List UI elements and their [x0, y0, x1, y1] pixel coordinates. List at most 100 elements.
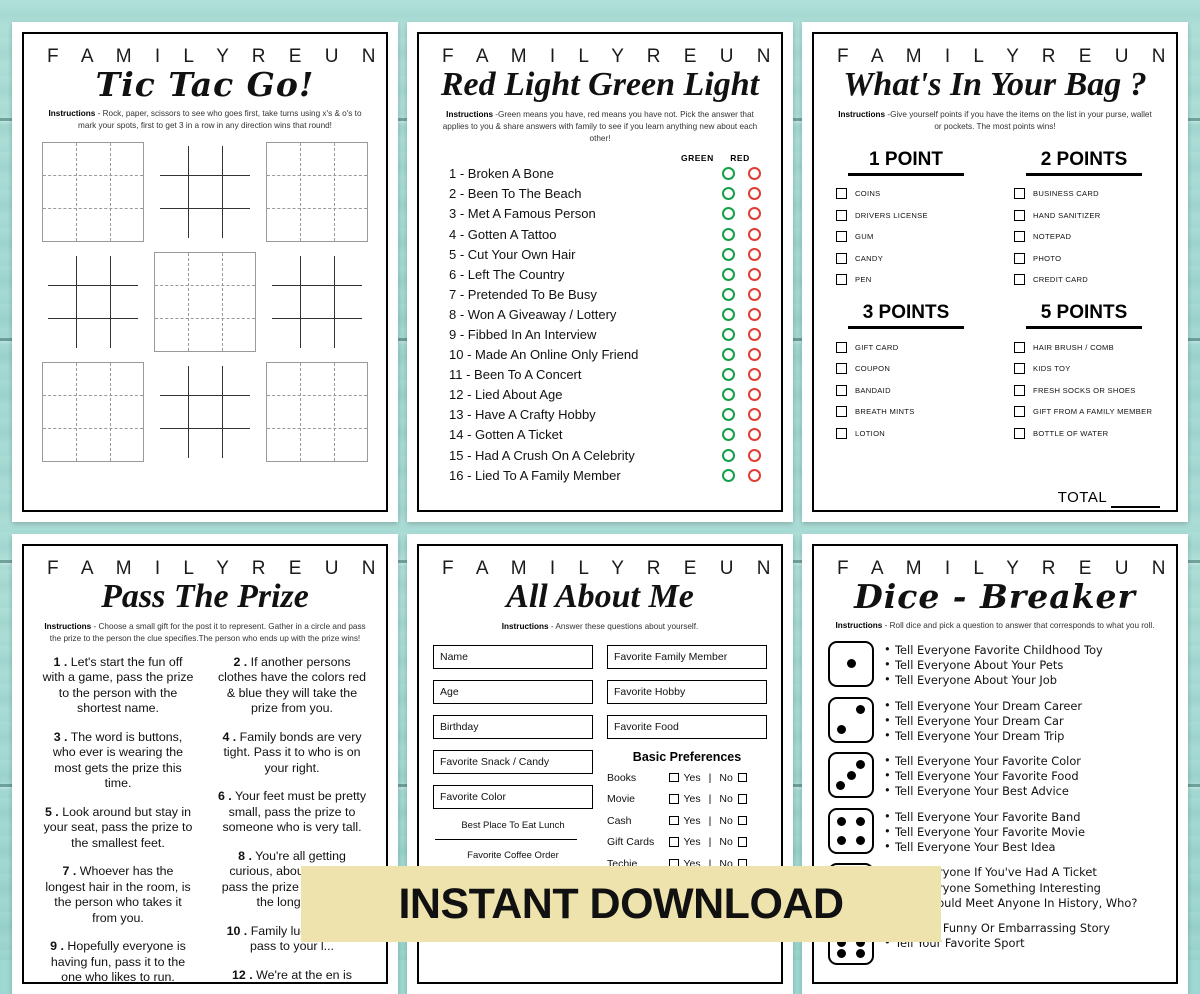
yes-checkbox[interactable]: [669, 815, 679, 826]
no-checkbox[interactable]: [737, 772, 748, 783]
bag-checklist-item[interactable]: FRESH SOCKS OR SHOES: [1006, 379, 1162, 401]
green-answer-circle[interactable]: [721, 348, 735, 362]
red-answer-circle[interactable]: [747, 227, 761, 241]
checkbox-icon[interactable]: [1014, 252, 1025, 264]
checkbox-icon[interactable]: [1014, 406, 1025, 418]
green-answer-circle[interactable]: [721, 428, 735, 442]
red-answer-circle[interactable]: [747, 207, 761, 221]
bag-checklist-item[interactable]: HAIR BRUSH / COMB: [1006, 336, 1162, 358]
tic-tac-toe-board[interactable]: [266, 141, 368, 242]
checkbox-icon[interactable]: [836, 363, 847, 375]
green-answer-circle[interactable]: [721, 468, 735, 482]
green-answer-circle[interactable]: [721, 408, 735, 422]
about-me-input-field[interactable]: Favorite Food: [607, 714, 767, 739]
about-me-input-field[interactable]: Favorite Color: [433, 784, 593, 809]
red-answer-circle[interactable]: [747, 287, 761, 301]
yes-checkbox[interactable]: [669, 837, 679, 847]
red-answer-circle[interactable]: [747, 307, 761, 321]
red-answer-circle[interactable]: [747, 327, 761, 341]
red-answer-circle[interactable]: [747, 448, 761, 462]
checkbox-icon[interactable]: [836, 274, 847, 286]
checkbox-icon[interactable]: [1014, 341, 1025, 353]
tic-tac-toe-board[interactable]: [154, 362, 256, 462]
bag-checklist-item[interactable]: LOTION: [828, 422, 984, 444]
about-me-input-field[interactable]: Birthday: [433, 714, 593, 739]
bag-checklist-item[interactable]: PEN: [828, 269, 984, 291]
checkbox-icon[interactable]: [836, 427, 847, 439]
no-checkbox[interactable]: [737, 794, 748, 804]
bag-checklist-item[interactable]: CANDY: [828, 247, 984, 269]
no-checkbox[interactable]: [737, 815, 748, 826]
checkbox-icon[interactable]: [1014, 427, 1025, 439]
bag-checklist-item[interactable]: PHOTO: [1006, 247, 1162, 269]
green-answer-circle[interactable]: [721, 267, 735, 281]
about-me-input-field[interactable]: Favorite Family Member: [607, 644, 767, 669]
tic-tac-toe-board[interactable]: [154, 142, 256, 242]
bag-checklist-item[interactable]: BREATH MINTS: [828, 401, 984, 423]
checkbox-icon[interactable]: [1014, 384, 1025, 396]
red-answer-circle[interactable]: [747, 187, 761, 201]
checkbox-icon[interactable]: [836, 188, 847, 200]
bag-checklist-item[interactable]: COINS: [828, 183, 984, 205]
checkbox-icon[interactable]: [836, 252, 847, 264]
no-checkbox[interactable]: [737, 837, 748, 847]
total-field[interactable]: TOTAL: [1058, 489, 1160, 508]
checkbox-icon[interactable]: [1014, 274, 1025, 286]
about-me-write-in-line[interactable]: Best Place To Eat Lunch: [433, 820, 593, 840]
green-answer-circle[interactable]: [721, 247, 735, 261]
bag-checklist-item[interactable]: GUM: [828, 226, 984, 248]
red-answer-circle[interactable]: [747, 428, 761, 442]
tic-tac-toe-board[interactable]: [42, 141, 144, 242]
bag-checklist-item[interactable]: HAND SANITIZER: [1006, 204, 1162, 226]
bag-checklist-item[interactable]: KIDS TOY: [1006, 358, 1162, 380]
card-red-light-green-light[interactable]: F A M I L Y R E U N I O N Red Light Gree…: [407, 22, 793, 522]
bag-checklist-item[interactable]: BUSINESS CARD: [1006, 183, 1162, 205]
checkbox-icon[interactable]: [1014, 209, 1025, 221]
bag-checklist-item[interactable]: GIFT FROM A FAMILY MEMBER: [1006, 401, 1162, 423]
green-answer-circle[interactable]: [721, 307, 735, 321]
checkbox-icon[interactable]: [836, 384, 847, 396]
bag-checklist-item[interactable]: CREDIT CARD: [1006, 269, 1162, 291]
checkbox-icon[interactable]: [1014, 231, 1025, 243]
bag-checklist-item[interactable]: BOTTLE OF WATER: [1006, 422, 1162, 444]
green-answer-circle[interactable]: [721, 167, 735, 181]
bag-checklist-item[interactable]: BANDAID: [828, 379, 984, 401]
checkbox-icon[interactable]: [836, 341, 847, 353]
red-answer-circle[interactable]: [747, 408, 761, 422]
bag-checklist-item[interactable]: COUPON: [828, 358, 984, 380]
bag-checklist-item[interactable]: DRIVERS LICENSE: [828, 204, 984, 226]
bag-checklist-item[interactable]: NOTEPAD: [1006, 226, 1162, 248]
card-whats-in-your-bag[interactable]: F A M I L Y R E U N I O N What's In Your…: [802, 22, 1188, 522]
checkbox-icon[interactable]: [836, 209, 847, 221]
red-answer-circle[interactable]: [747, 348, 761, 362]
green-answer-circle[interactable]: [721, 287, 735, 301]
checkbox-icon[interactable]: [836, 406, 847, 418]
tic-tac-toe-board[interactable]: [266, 361, 368, 462]
green-answer-circle[interactable]: [721, 368, 735, 382]
tic-tac-toe-board[interactable]: [42, 252, 144, 352]
green-answer-circle[interactable]: [721, 187, 735, 201]
yes-checkbox[interactable]: [669, 794, 679, 804]
tic-tac-toe-board[interactable]: [42, 361, 144, 462]
about-me-input-field[interactable]: Favorite Snack / Candy: [433, 749, 593, 774]
checkbox-icon[interactable]: [836, 231, 847, 243]
red-answer-circle[interactable]: [747, 388, 761, 402]
about-me-input-field[interactable]: Favorite Hobby: [607, 679, 767, 704]
green-answer-circle[interactable]: [721, 388, 735, 402]
green-answer-circle[interactable]: [721, 327, 735, 341]
card-tic-tac-go[interactable]: F A M I L Y R E U N I O N Tic Tac Go! In…: [12, 22, 398, 522]
green-answer-circle[interactable]: [721, 448, 735, 462]
green-answer-circle[interactable]: [721, 207, 735, 221]
checkbox-icon[interactable]: [1014, 363, 1025, 375]
checkbox-icon[interactable]: [1014, 188, 1025, 200]
bag-checklist-item[interactable]: GIFT CARD: [828, 336, 984, 358]
red-answer-circle[interactable]: [747, 247, 761, 261]
red-answer-circle[interactable]: [747, 267, 761, 281]
red-answer-circle[interactable]: [747, 167, 761, 181]
total-blank[interactable]: [1111, 489, 1160, 508]
about-me-input-field[interactable]: Name: [433, 644, 593, 669]
tic-tac-toe-board[interactable]: [154, 251, 256, 352]
about-me-input-field[interactable]: Age: [433, 679, 593, 704]
tic-tac-toe-board[interactable]: [266, 252, 368, 352]
red-answer-circle[interactable]: [747, 468, 761, 482]
